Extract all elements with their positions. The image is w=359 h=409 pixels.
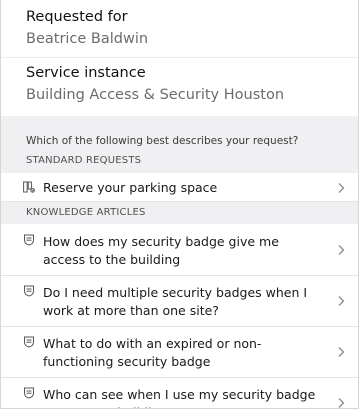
field-divider (1, 57, 358, 58)
standard-requests-header: STANDARD REQUESTS (1, 150, 358, 172)
chevron-right-icon (338, 245, 345, 255)
requested-for-label: Requested for (26, 9, 128, 25)
knowledge-article-icon (24, 285, 34, 297)
parking-icon (23, 181, 35, 193)
list-item-reserve-parking[interactable]: Reserve your parking space (1, 173, 358, 202)
request-form-panel: Requested for Beatrice Baldwin Service i… (0, 0, 359, 409)
list-item-article-badge-access[interactable]: How does my security badge give me acces… (1, 225, 358, 276)
knowledge-articles-header: KNOWLEDGE ARTICLES (1, 202, 358, 224)
list-item-label: What to do with an expired or non-functi… (43, 336, 262, 369)
requested-for-field[interactable]: Requested for Beatrice Baldwin (1, 8, 148, 48)
service-instance-field[interactable]: Service instance Building Access & Secur… (1, 64, 284, 104)
list-item-label: Who can see when I use my security badge… (43, 387, 316, 408)
list-item-label: How does my security badge give me acces… (43, 234, 279, 267)
knowledge-article-icon (24, 336, 34, 348)
list-item-article-expired-badge[interactable]: What to do with an expired or non-functi… (1, 327, 358, 378)
chevron-right-icon (338, 398, 345, 408)
request-question-text: Which of the following best describes yo… (26, 135, 299, 147)
knowledge-article-icon (24, 387, 34, 399)
list-item-label: Do I need multiple security badges when … (43, 285, 308, 318)
chevron-right-icon (338, 296, 345, 306)
list-item-article-multiple-badges[interactable]: Do I need multiple security badges when … (1, 276, 358, 327)
list-item-label: Reserve your parking space (43, 180, 218, 195)
list-item-article-badge-visibility[interactable]: Who can see when I use my security badge… (1, 378, 358, 408)
requested-for-value: Beatrice Baldwin (26, 31, 149, 47)
service-instance-value: Building Access & Security Houston (26, 87, 285, 103)
knowledge-article-icon (24, 234, 34, 246)
chevron-right-icon (338, 183, 345, 193)
chevron-right-icon (338, 347, 345, 357)
service-instance-label: Service instance (26, 65, 146, 81)
